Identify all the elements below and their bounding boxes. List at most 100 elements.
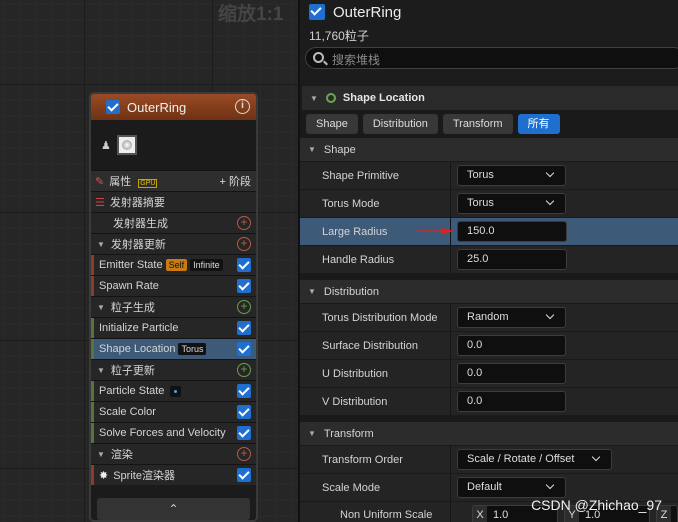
chevron-down-icon	[545, 168, 555, 178]
torus-distribution-mode-dropdown[interactable]: Random	[457, 307, 566, 328]
collapse-arrow-icon[interactable]: ▼	[97, 450, 105, 459]
dot-icon	[170, 385, 182, 397]
particle-state-label: Particle State	[99, 385, 234, 397]
module-particle-state[interactable]: Particle State	[91, 380, 256, 401]
solve-forces-label: Solve Forces and Velocity	[99, 427, 226, 439]
collapse-arrow-icon[interactable]: ▼	[308, 429, 316, 438]
prop-label: Surface Distribution	[322, 340, 418, 352]
x-axis-label: X	[473, 506, 487, 522]
chevron-down-icon	[545, 196, 555, 206]
spawn-rate-label: Spawn Rate	[99, 280, 159, 292]
tab-transform[interactable]: Transform	[442, 114, 513, 134]
graph-canvas[interactable]: 缩放1:1 OuterRing i ♟ ✎ 属性 GPU + 阶段 ☰ 发射器摘…	[0, 0, 298, 522]
group-transform[interactable]: ▼ Transform	[300, 422, 678, 445]
collapse-arrow-icon[interactable]: ▼	[310, 94, 318, 103]
module-sprite-renderer[interactable]: ✸ Sprite渲染器	[91, 464, 256, 485]
scale-mode-dropdown[interactable]: Default	[457, 477, 566, 498]
shape-primitive-dropdown[interactable]: Torus	[457, 165, 566, 186]
prop-handle-radius: Handle Radius 25.0	[300, 245, 678, 273]
emitter-header[interactable]: OuterRing i	[91, 94, 256, 120]
emitter-node[interactable]: OuterRing i ♟ ✎ 属性 GPU + 阶段 ☰ 发射器摘要 发射器生…	[89, 92, 258, 522]
particle-count: 11,760粒子	[309, 29, 369, 43]
group-transform-label: Transform	[323, 427, 374, 440]
module-enabled-checkbox[interactable]	[237, 384, 251, 398]
prop-label: U Distribution	[322, 368, 389, 380]
prop-label: V Distribution	[322, 396, 388, 408]
prop-u-distribution: U Distribution 0.0	[300, 359, 678, 387]
particle-spawn-row[interactable]: ▼ 粒子生成 +	[91, 296, 256, 317]
panel-header: OuterRing 11,760粒子 搜索堆栈	[300, 0, 678, 85]
module-solve-forces[interactable]: Solve Forces and Velocity	[91, 422, 256, 443]
module-enabled-checkbox[interactable]	[237, 405, 251, 419]
prop-label: Non Uniform Scale	[340, 509, 433, 521]
emitter-spawn-row[interactable]: 发射器生成 +	[91, 212, 256, 233]
collapse-arrow-icon[interactable]: ▼	[308, 287, 316, 296]
particle-update-row[interactable]: ▼ 粒子更新 +	[91, 359, 256, 380]
emitter-enabled-checkbox[interactable]	[309, 4, 325, 20]
torus-mode-dropdown[interactable]: Torus	[457, 193, 566, 214]
collapse-arrow-icon[interactable]: ▼	[308, 145, 316, 154]
sprite-thumbnail[interactable]	[116, 135, 137, 155]
prop-label: Large Radius	[322, 226, 388, 238]
add-module-icon[interactable]: +	[237, 300, 251, 314]
emitter-thumbnail-row: ♟	[91, 120, 256, 170]
module-shape-location[interactable]: Shape Location Torus	[91, 338, 256, 359]
render-row[interactable]: ▼ 渲染 +	[91, 443, 256, 464]
module-enabled-checkbox[interactable]	[237, 279, 251, 293]
module-initialize-particle[interactable]: Initialize Particle	[91, 317, 256, 338]
u-distribution-input[interactable]: 0.0	[457, 363, 566, 384]
chevron-up-icon: ⌃	[168, 502, 179, 516]
transform-order-dropdown[interactable]: Scale / Rotate / Offset	[457, 449, 612, 470]
add-stage-button[interactable]: + 阶段	[220, 173, 251, 189]
prop-large-radius: Large Radius 150.0	[300, 217, 678, 245]
group-distribution[interactable]: ▼ Distribution	[300, 280, 678, 303]
prop-shape-primitive: Shape Primitive Torus	[300, 161, 678, 189]
prop-label: Scale Mode	[322, 482, 381, 494]
emitter-enabled-checkbox[interactable]	[106, 100, 120, 114]
search-input[interactable]: 搜索堆栈	[305, 47, 678, 69]
surface-distribution-input[interactable]: 0.0	[457, 335, 566, 356]
initialize-particle-label: Initialize Particle	[99, 322, 179, 334]
prop-label: Torus Mode	[322, 198, 380, 210]
emitter-spawn-label: 发射器生成	[113, 218, 168, 230]
collapse-node-button[interactable]: ⌃	[97, 498, 250, 520]
module-spawn-rate[interactable]: Spawn Rate	[91, 275, 256, 296]
emitter-update-row[interactable]: ▼ 发射器更新 +	[91, 233, 256, 254]
add-module-icon[interactable]: +	[237, 237, 251, 251]
particle-update-label: 粒子更新	[110, 365, 155, 377]
handle-radius-input[interactable]: 25.0	[457, 249, 567, 270]
tab-shape[interactable]: Shape	[306, 114, 358, 134]
module-enabled-checkbox[interactable]	[237, 468, 251, 482]
add-module-icon[interactable]: +	[237, 216, 251, 230]
collapse-arrow-icon[interactable]: ▼	[97, 240, 105, 249]
tab-all[interactable]: 所有	[517, 114, 560, 134]
module-enabled-checkbox[interactable]	[237, 426, 251, 440]
module-enabled-checkbox[interactable]	[237, 258, 251, 272]
emitter-summary-row[interactable]: ☰ 发射器摘要	[91, 191, 256, 212]
prop-label: Shape Primitive	[322, 170, 400, 182]
emitter-state-label: Emitter State Self Infinite	[99, 259, 234, 271]
module-enabled-checkbox[interactable]	[237, 342, 251, 356]
collapse-arrow-icon[interactable]: ▼	[97, 303, 105, 312]
person-icon: ♟	[101, 139, 111, 152]
add-module-icon[interactable]: +	[237, 363, 251, 377]
v-distribution-input[interactable]: 0.0	[457, 391, 566, 412]
search-icon	[313, 52, 324, 63]
chevron-down-icon	[545, 310, 555, 320]
sprite-renderer-label: Sprite渲染器	[113, 470, 175, 482]
group-shape[interactable]: ▼ Shape	[300, 138, 678, 161]
collapse-arrow-icon[interactable]: ▼	[97, 366, 105, 375]
add-module-icon[interactable]: +	[237, 447, 251, 461]
render-label: 渲染	[110, 449, 133, 461]
large-radius-input[interactable]: 150.0	[457, 221, 567, 242]
tab-distribution[interactable]: Distribution	[362, 114, 438, 134]
module-scale-color[interactable]: Scale Color	[91, 401, 256, 422]
group-distribution-label: Distribution	[323, 285, 379, 298]
group-shape-label: Shape	[323, 143, 356, 156]
scale-color-label: Scale Color	[99, 406, 156, 418]
module-section-header[interactable]: ▼ Shape Location	[302, 86, 678, 110]
info-icon[interactable]: i	[235, 99, 250, 114]
module-emitter-state[interactable]: Emitter State Self Infinite	[91, 254, 256, 275]
emitter-properties-row[interactable]: ✎ 属性 GPU + 阶段	[91, 170, 256, 191]
module-enabled-checkbox[interactable]	[237, 321, 251, 335]
